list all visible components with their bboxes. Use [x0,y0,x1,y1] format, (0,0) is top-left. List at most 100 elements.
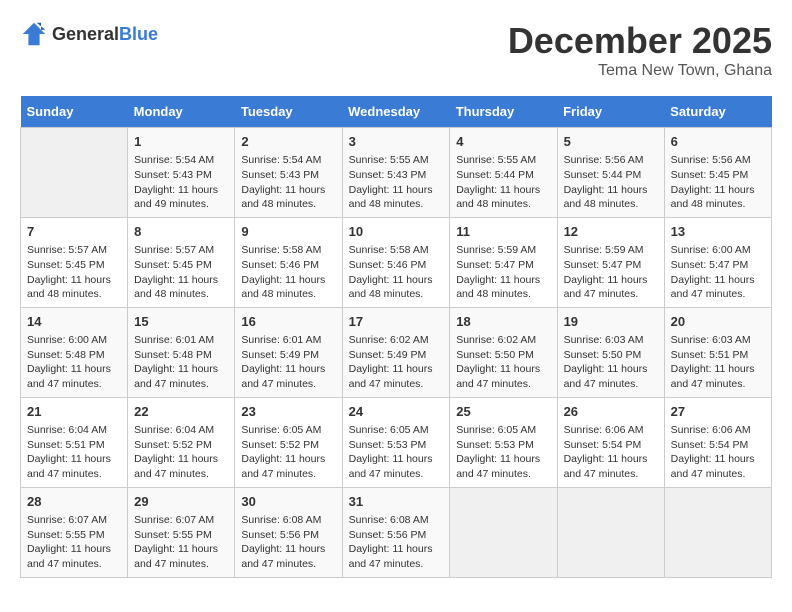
day-number: 8 [134,223,228,241]
week-row-3: 14 Sunrise: 6:00 AM Sunset: 5:48 PM Dayli… [21,307,772,397]
week-row-1: 1 Sunrise: 5:54 AM Sunset: 5:43 PM Daylig… [21,128,772,218]
day-info: Sunrise: 5:57 AM Sunset: 5:45 PM Dayligh… [27,243,121,302]
day-number: 31 [349,493,444,511]
day-info: Sunrise: 5:56 AM Sunset: 5:45 PM Dayligh… [671,153,765,212]
calendar-cell: 1 Sunrise: 5:54 AM Sunset: 5:43 PM Daylig… [128,128,235,218]
calendar-cell: 31 Sunrise: 6:08 AM Sunset: 5:56 PM Dayli… [342,487,450,577]
day-number: 14 [27,313,121,331]
day-number: 9 [241,223,335,241]
calendar-cell: 25 Sunrise: 6:05 AM Sunset: 5:53 PM Dayli… [450,397,557,487]
day-info: Sunrise: 5:54 AM Sunset: 5:43 PM Dayligh… [134,153,228,212]
day-number: 25 [456,403,550,421]
calendar-cell: 5Sunrise: 5:56 AM Sunset: 5:44 PM Daylig… [557,128,664,218]
day-info: Sunrise: 6:07 AM Sunset: 5:55 PM Dayligh… [27,513,121,572]
calendar-cell [450,487,557,577]
month-title: December 2025 [508,20,772,62]
day-info: Sunrise: 5:57 AM Sunset: 5:45 PM Dayligh… [134,243,228,302]
day-info: Sunrise: 5:54 AM Sunset: 5:43 PM Dayligh… [241,153,335,212]
calendar-cell: 10 Sunrise: 5:58 AM Sunset: 5:46 PM Dayli… [342,217,450,307]
calendar-cell: 23Sunrise: 6:05 AM Sunset: 5:52 PM Dayli… [235,397,342,487]
calendar-cell: 30Sunrise: 6:08 AM Sunset: 5:56 PM Dayli… [235,487,342,577]
day-info: Sunrise: 6:01 AM Sunset: 5:49 PM Dayligh… [241,333,335,392]
calendar-cell: 11 Sunrise: 5:59 AM Sunset: 5:47 PM Dayli… [450,217,557,307]
day-info: Sunrise: 6:05 AM Sunset: 5:53 PM Dayligh… [456,423,550,482]
day-number: 11 [456,223,550,241]
day-number: 29 [134,493,228,511]
day-info: Sunrise: 6:00 AM Sunset: 5:47 PM Dayligh… [671,243,765,302]
day-info: Sunrise: 6:06 AM Sunset: 5:54 PM Dayligh… [564,423,658,482]
calendar-cell: 29 Sunrise: 6:07 AM Sunset: 5:55 PM Dayli… [128,487,235,577]
calendar-cell: 21 Sunrise: 6:04 AM Sunset: 5:51 PM Dayli… [21,397,128,487]
day-info: Sunrise: 6:03 AM Sunset: 5:50 PM Dayligh… [564,333,658,392]
calendar-cell: 22 Sunrise: 6:04 AM Sunset: 5:52 PM Dayli… [128,397,235,487]
logo-icon [20,20,48,48]
day-info: Sunrise: 6:02 AM Sunset: 5:49 PM Dayligh… [349,333,444,392]
day-info: Sunrise: 5:56 AM Sunset: 5:44 PM Dayligh… [564,153,658,212]
calendar-cell: 14 Sunrise: 6:00 AM Sunset: 5:48 PM Dayli… [21,307,128,397]
day-number: 22 [134,403,228,421]
day-info: Sunrise: 5:59 AM Sunset: 5:47 PM Dayligh… [456,243,550,302]
day-header-thursday: Thursday [450,96,557,128]
day-info: Sunrise: 5:55 AM Sunset: 5:43 PM Dayligh… [349,153,444,212]
calendar-cell [664,487,771,577]
day-info: Sunrise: 6:01 AM Sunset: 5:48 PM Dayligh… [134,333,228,392]
day-number: 27 [671,403,765,421]
calendar-cell: 26 Sunrise: 6:06 AM Sunset: 5:54 PM Dayli… [557,397,664,487]
calendar-cell: 12 Sunrise: 5:59 AM Sunset: 5:47 PM Dayli… [557,217,664,307]
day-info: Sunrise: 6:08 AM Sunset: 5:56 PM Dayligh… [349,513,444,572]
day-number: 3 [349,133,444,151]
day-info: Sunrise: 6:07 AM Sunset: 5:55 PM Dayligh… [134,513,228,572]
day-header-saturday: Saturday [664,96,771,128]
day-header-tuesday: Tuesday [235,96,342,128]
day-number: 4 [456,133,550,151]
day-header-monday: Monday [128,96,235,128]
calendar-cell: 24 Sunrise: 6:05 AM Sunset: 5:53 PM Dayli… [342,397,450,487]
day-number: 26 [564,403,658,421]
day-info: Sunrise: 6:00 AM Sunset: 5:48 PM Dayligh… [27,333,121,392]
day-number: 7 [27,223,121,241]
calendar-cell: 27 Sunrise: 6:06 AM Sunset: 5:54 PM Dayli… [664,397,771,487]
day-number: 12 [564,223,658,241]
day-info: Sunrise: 5:59 AM Sunset: 5:47 PM Dayligh… [564,243,658,302]
day-number: 1 [134,133,228,151]
calendar-cell: 4Sunrise: 5:55 AM Sunset: 5:44 PM Daylig… [450,128,557,218]
day-info: Sunrise: 6:04 AM Sunset: 5:52 PM Dayligh… [134,423,228,482]
calendar-cell: 16Sunrise: 6:01 AM Sunset: 5:49 PM Dayli… [235,307,342,397]
day-number: 15 [134,313,228,331]
day-number: 10 [349,223,444,241]
week-row-5: 28Sunrise: 6:07 AM Sunset: 5:55 PM Dayli… [21,487,772,577]
day-number: 17 [349,313,444,331]
day-info: Sunrise: 5:58 AM Sunset: 5:46 PM Dayligh… [241,243,335,302]
location-title: Tema New Town, Ghana [508,62,772,80]
calendar-cell: 15 Sunrise: 6:01 AM Sunset: 5:48 PM Dayli… [128,307,235,397]
calendar-cell: 2 Sunrise: 5:54 AM Sunset: 5:43 PM Daylig… [235,128,342,218]
day-number: 24 [349,403,444,421]
day-info: Sunrise: 6:06 AM Sunset: 5:54 PM Dayligh… [671,423,765,482]
day-header-sunday: Sunday [21,96,128,128]
day-number: 19 [564,313,658,331]
calendar-cell: 13 Sunrise: 6:00 AM Sunset: 5:47 PM Dayli… [664,217,771,307]
calendar-cell [557,487,664,577]
week-row-2: 7 Sunrise: 5:57 AM Sunset: 5:45 PM Daylig… [21,217,772,307]
day-number: 30 [241,493,335,511]
logo: GeneralBlue [20,20,158,48]
calendar-cell: 9 Sunrise: 5:58 AM Sunset: 5:46 PM Daylig… [235,217,342,307]
day-number: 13 [671,223,765,241]
day-info: Sunrise: 6:04 AM Sunset: 5:51 PM Dayligh… [27,423,121,482]
day-info: Sunrise: 6:05 AM Sunset: 5:52 PM Dayligh… [241,423,335,482]
header-row: SundayMondayTuesdayWednesdayThursdayFrid… [21,96,772,128]
calendar-table: SundayMondayTuesdayWednesdayThursdayFrid… [20,96,772,578]
day-header-wednesday: Wednesday [342,96,450,128]
calendar-cell [21,128,128,218]
calendar-cell: 28Sunrise: 6:07 AM Sunset: 5:55 PM Dayli… [21,487,128,577]
day-info: Sunrise: 6:05 AM Sunset: 5:53 PM Dayligh… [349,423,444,482]
calendar-cell: 18Sunrise: 6:02 AM Sunset: 5:50 PM Dayli… [450,307,557,397]
day-number: 2 [241,133,335,151]
title-area: December 2025 Tema New Town, Ghana [508,20,772,80]
day-number: 21 [27,403,121,421]
day-info: Sunrise: 5:58 AM Sunset: 5:46 PM Dayligh… [349,243,444,302]
calendar-cell: 17 Sunrise: 6:02 AM Sunset: 5:49 PM Dayli… [342,307,450,397]
calendar-cell: 19 Sunrise: 6:03 AM Sunset: 5:50 PM Dayli… [557,307,664,397]
header: GeneralBlue December 2025 Tema New Town,… [20,20,772,80]
calendar-cell: 6Sunrise: 5:56 AM Sunset: 5:45 PM Daylig… [664,128,771,218]
